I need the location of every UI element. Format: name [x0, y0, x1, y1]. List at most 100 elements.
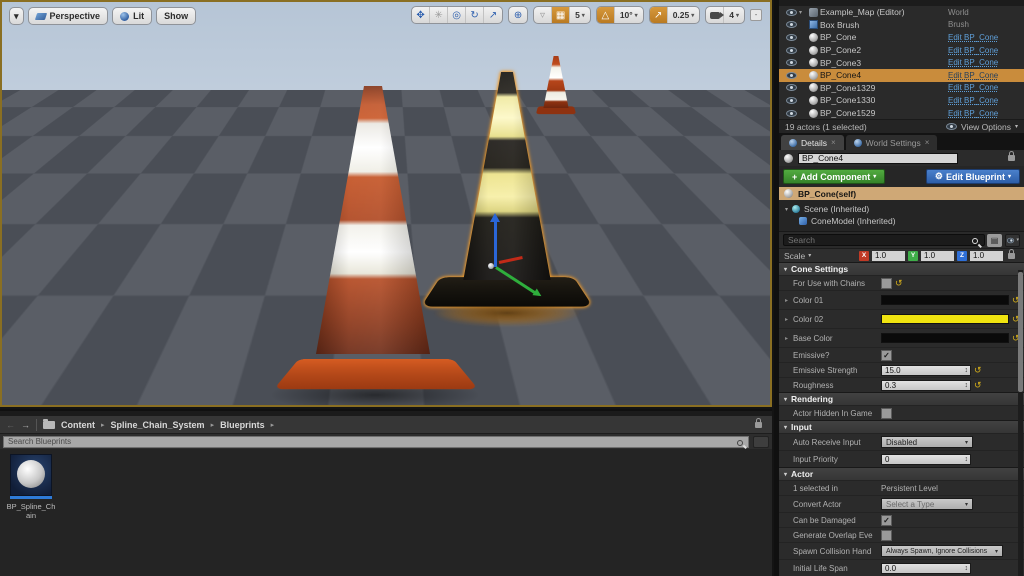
visibility-eye-icon[interactable]: [783, 34, 799, 41]
rotation-snap-value[interactable]: 10° ▾: [615, 10, 643, 20]
scale-tool-button[interactable]: ↗: [484, 6, 502, 24]
rotate-mode-button[interactable]: ◎: [448, 6, 466, 24]
tab-world-settings[interactable]: World Settings ×: [846, 135, 938, 150]
asset-grid[interactable]: BP_Spline_Chain: [0, 449, 772, 576]
section-cone-settings[interactable]: ▾ Cone Settings: [779, 262, 1024, 275]
show-button[interactable]: Show: [156, 7, 196, 25]
edit-blueprint-link[interactable]: Edit BP_Cone: [948, 109, 1020, 118]
outliner-row-box-brush[interactable]: Box Brush Brush: [779, 19, 1024, 32]
visibility-eye-icon[interactable]: [783, 21, 799, 28]
emissive-strength-spinbox[interactable]: 15.0 ↕: [881, 365, 971, 376]
color01-swatch[interactable]: [881, 295, 1009, 305]
scale-x-field[interactable]: 1.0: [872, 251, 905, 261]
scrollbar-thumb[interactable]: [1018, 272, 1023, 392]
actor-name[interactable]: Box Brush: [820, 20, 948, 30]
edit-blueprint-link[interactable]: Edit BP_Cone: [948, 33, 1020, 42]
actor-name[interactable]: BP_Cone1529: [820, 108, 948, 118]
component-row-self[interactable]: BP_Cone(self): [779, 187, 1024, 200]
caret-right-icon[interactable]: ▸: [785, 297, 793, 304]
outliner-row-bp-cone1529[interactable]: BP_Cone1529 Edit BP_Cone: [779, 107, 1024, 120]
details-search-input[interactable]: [783, 234, 985, 246]
component-row-scene[interactable]: ▾ Scene (Inherited): [779, 203, 1024, 215]
close-icon[interactable]: ×: [925, 138, 930, 147]
convert-actor-dropdown[interactable]: Select a Type ▾: [881, 498, 973, 510]
color02-swatch[interactable]: [881, 314, 1009, 324]
scale-y-field[interactable]: 1.0: [921, 251, 954, 261]
visibility-eye-icon[interactable]: [783, 84, 799, 91]
section-actor[interactable]: ▾ Actor: [779, 467, 1024, 480]
reset-icon[interactable]: ↺: [895, 279, 903, 288]
visibility-eye-icon[interactable]: [783, 72, 799, 79]
caret-right-icon[interactable]: ▸: [211, 421, 215, 429]
actor-name[interactable]: BP_Cone2: [820, 45, 948, 55]
lit-mode-button[interactable]: Lit: [112, 7, 152, 25]
actor-name[interactable]: BP_Cone1329: [820, 83, 948, 93]
details-scrollbar[interactable]: [1018, 270, 1023, 576]
asset-thumbnail[interactable]: [10, 454, 52, 496]
visibility-eye-icon[interactable]: [783, 59, 799, 66]
edit-blueprint-link[interactable]: Edit BP_Cone: [948, 71, 1020, 80]
level-viewport[interactable]: Level: Example_Map (Persistent) ▾ Perspe…: [0, 0, 772, 407]
level-name[interactable]: Example_Map (Persistent): [654, 390, 760, 400]
outliner-row-example-map[interactable]: ▾ Example_Map (Editor) World: [779, 6, 1024, 19]
input-priority-spinbox[interactable]: 0 ↕: [881, 454, 971, 465]
lock-icon[interactable]: [1008, 253, 1015, 259]
outliner-row-bp-cone2[interactable]: BP_Cone2 Edit BP_Cone: [779, 44, 1024, 57]
outliner-row-bp-cone1329[interactable]: BP_Cone1329 Edit BP_Cone: [779, 82, 1024, 95]
breadcrumb-content[interactable]: Content: [61, 420, 95, 430]
rotate-tool-button[interactable]: ↻: [466, 6, 484, 24]
lock-icon[interactable]: [1008, 155, 1015, 161]
caret-right-icon[interactable]: ▸: [785, 316, 793, 323]
can-be-damaged-checkbox-checked[interactable]: ✓: [881, 515, 892, 526]
camera-speed-button[interactable]: [706, 6, 724, 24]
emissive-checkbox-checked[interactable]: ✓: [881, 350, 892, 361]
display-filter-button[interactable]: ▾: [1005, 234, 1020, 247]
camera-speed-value[interactable]: 4 ▾: [724, 10, 744, 20]
edit-blueprint-link[interactable]: Edit BP_Cone: [948, 58, 1020, 67]
asset-bp-spline-chain[interactable]: BP_Spline_Chain: [6, 454, 56, 521]
reset-icon[interactable]: ↺: [974, 381, 982, 390]
viewport-options-button[interactable]: ▾: [9, 7, 24, 25]
caret-right-icon[interactable]: ▸: [101, 421, 105, 429]
edit-blueprint-link[interactable]: Edit BP_Cone: [948, 83, 1020, 92]
actor-hidden-checkbox[interactable]: ✓: [881, 408, 892, 419]
move-tool-button[interactable]: ✥: [412, 6, 430, 24]
visibility-eye-icon[interactable]: [783, 9, 799, 16]
save-search-button[interactable]: [753, 436, 769, 448]
selected-black-cone[interactable]: [426, 72, 586, 340]
gizmo-origin[interactable]: [488, 263, 494, 269]
actor-name[interactable]: BP_Cone1330: [820, 95, 948, 105]
lock-icon[interactable]: [755, 422, 762, 428]
actor-name[interactable]: BP_Cone4: [820, 70, 948, 80]
caret-right-icon[interactable]: ▸: [785, 335, 793, 342]
close-icon[interactable]: ×: [831, 138, 836, 147]
scale-z-field[interactable]: 1.0: [970, 251, 1003, 261]
section-input[interactable]: ▾ Input: [779, 420, 1024, 433]
visibility-eye-icon[interactable]: [783, 47, 799, 54]
auto-receive-input-dropdown[interactable]: Disabled ▾: [881, 436, 973, 448]
chains-checkbox[interactable]: ✓: [881, 278, 892, 289]
tab-details[interactable]: Details ×: [781, 135, 844, 150]
world-local-toggle[interactable]: ⊕: [509, 6, 527, 24]
expand-caret-icon[interactable]: ▾: [799, 9, 807, 16]
breadcrumb-blueprints[interactable]: Blueprints: [220, 420, 265, 430]
edit-blueprint-link[interactable]: Edit BP_Cone: [948, 46, 1020, 55]
visibility-eye-icon[interactable]: [783, 110, 799, 117]
property-matrix-button[interactable]: ▤: [987, 234, 1002, 247]
expand-caret-icon[interactable]: ▾: [785, 206, 788, 213]
caret-right-icon[interactable]: ▸: [271, 421, 275, 429]
scale-snap-toggle[interactable]: ↗: [650, 6, 668, 24]
reset-icon[interactable]: ↺: [974, 366, 982, 375]
rotation-snap-toggle[interactable]: △: [597, 6, 615, 24]
back-arrow-icon[interactable]: ←: [6, 420, 15, 430]
perspective-button[interactable]: Perspective: [28, 7, 109, 25]
grid-snap-toggle[interactable]: ▦: [552, 6, 570, 24]
edit-blueprint-link[interactable]: Edit BP_Cone: [948, 96, 1020, 105]
breadcrumb-spline-chain-system[interactable]: Spline_Chain_System: [111, 420, 205, 430]
caret-down-icon[interactable]: ▾: [808, 252, 811, 259]
visibility-eye-icon[interactable]: [783, 97, 799, 104]
actor-name[interactable]: BP_Cone3: [820, 58, 948, 68]
forward-arrow-icon[interactable]: →: [21, 420, 30, 430]
roughness-spinbox[interactable]: 0.3 ↕: [881, 380, 971, 391]
base-color-swatch[interactable]: [881, 333, 1009, 343]
